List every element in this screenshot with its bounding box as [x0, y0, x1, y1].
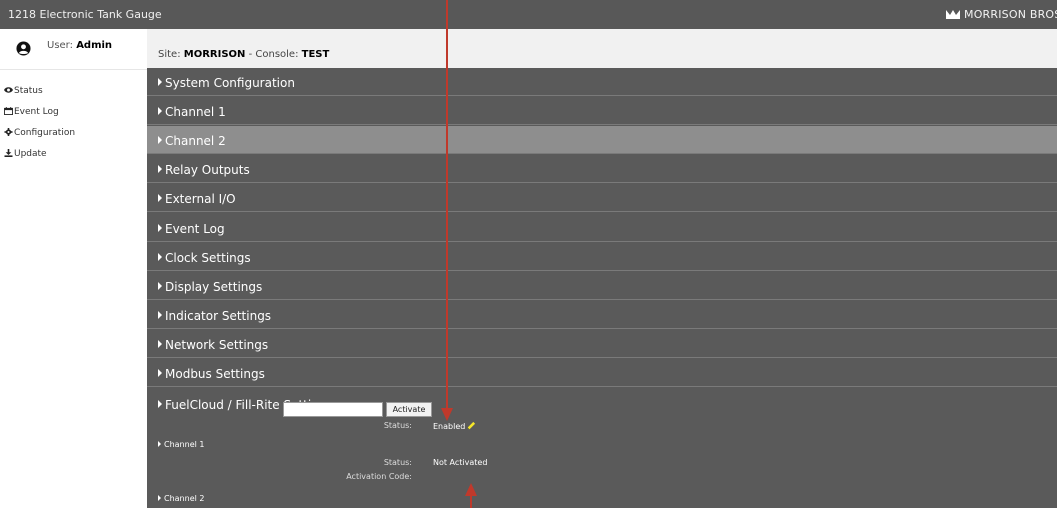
section-label: Modbus Settings: [165, 367, 265, 381]
site-bar: Site: MORRISON - Console: TEST: [147, 29, 1057, 68]
sidebar-item-label: Configuration: [14, 128, 76, 138]
fuelcloud-channel-1-toggle[interactable]: Channel 1: [158, 440, 204, 449]
caret-right-icon: [158, 369, 162, 377]
caret-right-icon: [158, 136, 162, 144]
section-label: Indicator Settings: [165, 309, 272, 323]
section-network-settings[interactable]: Network Settings: [147, 330, 1057, 358]
caret-right-icon: [158, 194, 162, 202]
channel1-status-value: Not Activated: [433, 458, 488, 467]
caret-right-icon: [158, 107, 162, 115]
caret-right-icon: [158, 340, 162, 348]
morrison-logo-icon: [946, 10, 960, 19]
caret-right-icon: [158, 495, 161, 501]
brand-name: MORRISON BROS. CO: [964, 8, 1057, 21]
section-label: Network Settings: [165, 338, 269, 352]
caret-right-icon: [158, 165, 162, 173]
section-channel-1[interactable]: Channel 1: [147, 97, 1057, 125]
activate-button[interactable]: Activate: [386, 402, 432, 417]
fuelcloud-status-value: Enabled: [433, 421, 476, 431]
section-external-io[interactable]: External I/O: [147, 184, 1057, 212]
user-circle-icon: [16, 41, 31, 56]
section-label: Display Settings: [165, 280, 263, 294]
caret-right-icon: [158, 282, 162, 290]
section-label: Relay Outputs: [165, 163, 250, 177]
app-title: 1218 Electronic Tank Gauge: [8, 8, 162, 21]
section-clock-settings[interactable]: Clock Settings: [147, 243, 1057, 271]
fuelcloud-status-label: Status:: [383, 421, 412, 430]
sidebar-item-event-log[interactable]: Event Log: [4, 107, 75, 128]
sidebar-divider: [0, 69, 147, 70]
caret-right-icon: [158, 224, 162, 232]
sidebar-item-label: Update: [14, 149, 47, 159]
sidebar-item-label: Event Log: [14, 107, 59, 117]
brand: MORRISON BROS. CO: [946, 8, 1057, 21]
section-label: Channel 2: [165, 134, 226, 148]
activation-code-input[interactable]: [283, 402, 383, 417]
gear-icon: [4, 128, 13, 136]
sidebar-item-update[interactable]: Update: [4, 149, 75, 170]
config-sections: System Configuration Channel 1 Channel 2…: [147, 68, 1057, 508]
channel-label: Channel 1: [164, 440, 205, 449]
status-value-text: Enabled: [433, 422, 466, 431]
sidebar-item-status[interactable]: Status: [4, 86, 75, 107]
eye-icon: [4, 87, 13, 93]
site-name: MORRISON: [183, 49, 246, 60]
channel-label: Channel 2: [164, 494, 205, 503]
section-label: Channel 1: [165, 105, 226, 119]
section-relay-outputs[interactable]: Relay Outputs: [147, 155, 1057, 183]
sidebar-nav: Status Event Log Configuration Update: [4, 86, 75, 170]
sidebar-item-label: Status: [14, 86, 43, 96]
section-channel-2[interactable]: Channel 2: [147, 126, 1057, 154]
site-separator: -: [245, 49, 256, 60]
section-event-log[interactable]: Event Log: [147, 214, 1057, 242]
console-name: TEST: [301, 49, 330, 60]
caret-right-icon: [158, 400, 162, 408]
download-icon: [4, 149, 13, 157]
section-indicator-settings[interactable]: Indicator Settings: [147, 301, 1057, 329]
pencil-icon[interactable]: [467, 421, 476, 430]
user-prefix: User:: [47, 40, 73, 51]
site-prefix: Site:: [158, 49, 181, 60]
top-bar: 1218 Electronic Tank Gauge MORRISON BROS…: [0, 0, 1057, 29]
site-console-info: Site: MORRISON - Console: TEST: [158, 49, 329, 60]
user-box: User: Admin: [0, 29, 147, 69]
activation-code-label: Activation Code:: [346, 472, 412, 481]
fuelcloud-channel-2-toggle[interactable]: Channel 2: [158, 494, 204, 503]
section-display-settings[interactable]: Display Settings: [147, 272, 1057, 300]
section-label: Event Log: [165, 222, 225, 236]
section-label: Clock Settings: [165, 251, 251, 265]
calendar-icon: [4, 107, 13, 115]
section-label: External I/O: [165, 192, 236, 206]
section-label: System Configuration: [165, 76, 295, 90]
caret-right-icon: [158, 253, 162, 261]
sidebar-item-configuration[interactable]: Configuration: [4, 128, 75, 149]
section-modbus-settings[interactable]: Modbus Settings: [147, 359, 1057, 387]
sidebar: User: Admin Status Event Log Configurati…: [0, 29, 147, 508]
caret-right-icon: [158, 78, 162, 86]
console-prefix: Console:: [255, 49, 299, 60]
caret-right-icon: [158, 311, 162, 319]
caret-right-icon: [158, 441, 161, 447]
section-system-configuration[interactable]: System Configuration: [147, 68, 1057, 96]
user-name: Admin: [76, 40, 113, 51]
user-label: User: Admin: [47, 40, 112, 51]
channel1-status-label: Status:: [383, 458, 412, 467]
